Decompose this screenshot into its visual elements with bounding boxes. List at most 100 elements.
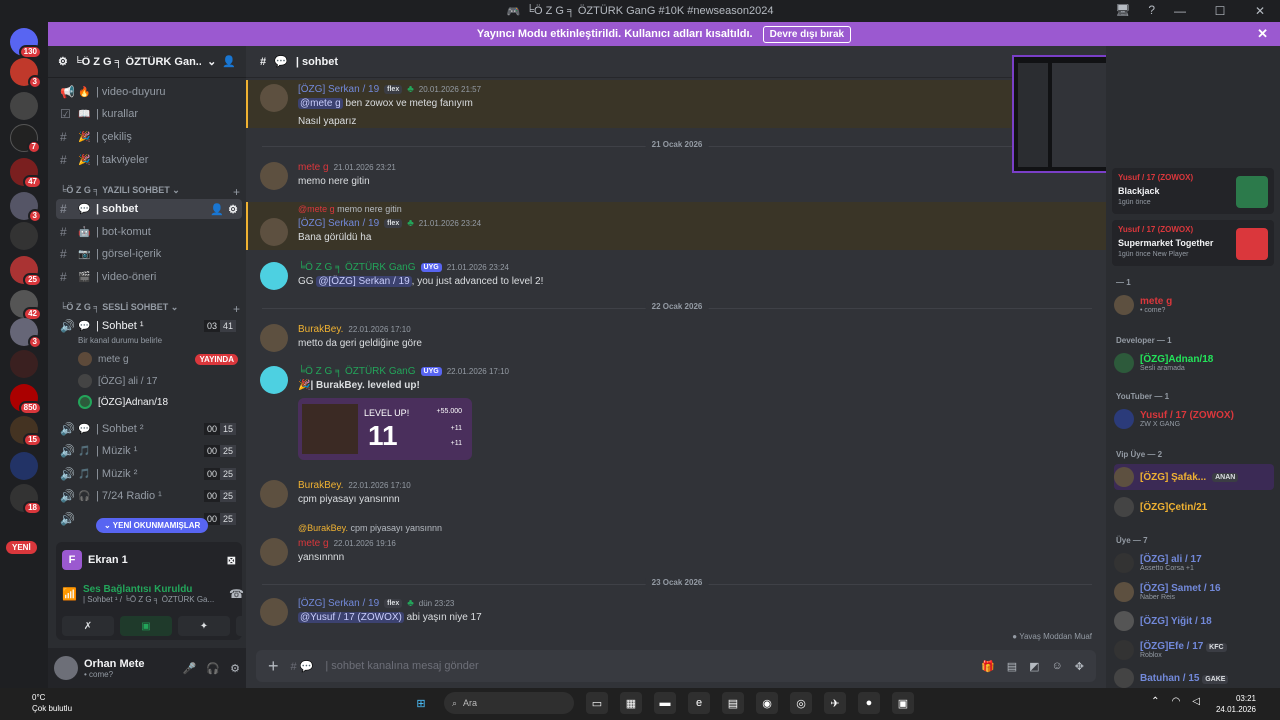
category-text[interactable]: ╘Ö Z G ╕ YAZILI SOHBET ⌄ + xyxy=(60,185,240,199)
bot-avatar[interactable] xyxy=(260,366,288,394)
close-banner-icon[interactable]: ✕ xyxy=(1257,26,1268,42)
clock[interactable]: 03:21 24.01.2026 xyxy=(1216,693,1256,715)
server-icon[interactable]: 850 xyxy=(10,384,42,415)
member-item[interactable]: [ÖZG] ali / 17 Assetto Corsa +1 xyxy=(1114,550,1274,576)
disconnect-icon[interactable]: ☎ xyxy=(229,587,244,601)
add-member-icon[interactable]: 👤 xyxy=(222,55,236,68)
message-composer[interactable]: + # 💬 | sohbet kanalına mesaj gönder 🎁 ▤… xyxy=(256,650,1096,682)
bot-avatar[interactable] xyxy=(260,262,288,290)
message-author[interactable]: ╘Ö Z G ╕ ÖZTÜRK GanG xyxy=(298,262,416,273)
avatar[interactable] xyxy=(260,162,288,190)
microphone-icon[interactable]: 🎤 xyxy=(183,662,197,675)
disable-streamer-mode-button[interactable]: Devre dışı bırak xyxy=(762,25,852,43)
weather-widget[interactable]: 0°C Çok bulutlu xyxy=(10,692,72,714)
volume-icon[interactable]: ◁ xyxy=(1192,696,1200,707)
avatar[interactable] xyxy=(260,598,288,626)
server-icon[interactable]: 3 xyxy=(10,318,42,349)
member-item[interactable]: mete g • come? xyxy=(1114,292,1274,318)
mention[interactable]: @mete g xyxy=(298,98,343,109)
steam-icon[interactable]: ◎ xyxy=(790,692,812,714)
emoji-icon[interactable]: ☺ xyxy=(1052,660,1063,673)
avatar[interactable] xyxy=(54,656,78,680)
apps-icon[interactable]: ✥ xyxy=(1075,660,1084,673)
chevron-up-icon[interactable]: ⌃ xyxy=(1151,696,1159,707)
level-up-card[interactable]: LEVEL UP! 11 +55.000 +11 +11 xyxy=(298,398,472,460)
close-window-button[interactable]: ✕ xyxy=(1240,0,1280,22)
reply-preview[interactable]: @BurakBey. cpm piyasayı yansınnn xyxy=(298,523,442,533)
server-header[interactable]: ⚙ ╘Ö Z G ╕ ÖZTÜRK Gan... ⌄ 👤 xyxy=(48,46,246,78)
message-author[interactable]: [ÖZG] Serkan / 19 xyxy=(298,84,379,95)
server-icon[interactable]: 15 xyxy=(10,416,42,447)
wifi-icon[interactable]: ◠ xyxy=(1172,696,1181,707)
voice-user[interactable]: [ÖZG]Adnan/18 xyxy=(78,395,238,409)
headphones-icon[interactable]: 🎧 xyxy=(206,662,220,675)
calendar-icon[interactable]: ▤ xyxy=(722,692,744,714)
sticker-icon[interactable]: ◩ xyxy=(1029,660,1039,673)
member-item[interactable]: [ÖZG]Çetin/21 xyxy=(1114,494,1274,520)
screen-share-button[interactable]: ▣ xyxy=(120,616,172,636)
server-icon[interactable]: 47 xyxy=(10,158,42,189)
member-item[interactable]: Yusuf / 17 (ZOWOX) ZW X GANG xyxy=(1114,406,1274,432)
message-author[interactable]: mete g xyxy=(298,162,329,173)
avatar[interactable] xyxy=(260,324,288,352)
message-author[interactable]: BurakBey. xyxy=(298,324,343,335)
invite-icon[interactable]: 👤 xyxy=(210,203,224,216)
new-unreads-pill[interactable]: ⌄ YENİ OKUNMAMIŞLAR xyxy=(96,518,209,533)
server-icon[interactable] xyxy=(10,452,38,480)
server-icon[interactable]: 3 xyxy=(10,58,42,89)
discord-icon[interactable]: ◉ xyxy=(756,692,778,714)
message-author[interactable]: [ÖZG] Serkan / 19 xyxy=(298,218,379,229)
message-input[interactable]: | sohbet kanalına mesaj gönder xyxy=(325,660,478,672)
voice-channel-muzik-1[interactable]: 🔊 🎵 | Müzik ¹ 00 25 xyxy=(56,441,242,461)
voice-channel-sohbet-1[interactable]: 🔊 💬 | Sohbet ¹ 03 41 xyxy=(56,316,242,336)
gift-icon[interactable]: 🎁 xyxy=(981,660,995,673)
channel-takviyeler[interactable]: # 🎉 | takviyeler xyxy=(56,150,242,170)
channel-sohbet[interactable]: # 💬 | sohbet 👤 ⚙ xyxy=(56,199,242,219)
system-tray[interactable]: ⌃ ◠ ◁ xyxy=(1151,696,1200,707)
store-icon[interactable]: ▦ xyxy=(620,692,642,714)
activities-button[interactable]: ✦ xyxy=(178,616,230,636)
new-unreads-badge[interactable]: YENİ xyxy=(6,541,37,554)
maximize-button[interactable]: ☐ xyxy=(1200,0,1240,22)
member-item[interactable]: [ÖZG]Efe / 17 KFC Roblox xyxy=(1114,637,1274,663)
server-icon[interactable] xyxy=(10,222,38,250)
server-icon[interactable]: 25 xyxy=(10,256,42,287)
category-voice[interactable]: ╘Ö Z G ╕ SESLİ SOHBET ⌄ + xyxy=(60,302,240,316)
gif-icon[interactable]: ▤ xyxy=(1007,660,1017,673)
member-item[interactable]: [ÖZG]Adnan/18 Sesli aramada xyxy=(1114,350,1274,376)
mention[interactable]: @Yusuf / 17 (ZOWOX) xyxy=(298,612,404,623)
search-box[interactable]: ⌕ Ara xyxy=(444,692,574,714)
member-item[interactable]: [ÖZG] Yiğit / 18 xyxy=(1114,608,1274,634)
channel-kurallar[interactable]: ☑ 📖 | kurallar xyxy=(56,104,242,124)
channel-bot-komut[interactable]: # 🤖 | bot-komut xyxy=(56,222,242,242)
chrome-icon[interactable]: ● xyxy=(858,692,880,714)
camera-off-button[interactable]: ✗ xyxy=(62,616,114,636)
voice-user[interactable]: mete g YAYINDA xyxy=(78,352,238,366)
voice-connection[interactable]: 📶 Ses Bağlantısı Kuruldu | Sohbet ¹ / ╘Ö … xyxy=(62,584,244,604)
server-icon[interactable]: 7 xyxy=(10,124,41,154)
activity-card[interactable]: Yusuf / 17 (ZOWOX) Supermarket Together … xyxy=(1112,220,1274,266)
member-item[interactable]: [ÖZG] Samet / 16 Naber Reis xyxy=(1114,579,1274,605)
task-view-icon[interactable]: ▭ xyxy=(586,692,608,714)
message-author[interactable]: [ÖZG] Serkan / 19 xyxy=(298,598,379,609)
settings-gear-icon[interactable]: ⚙ xyxy=(230,662,240,675)
avatar[interactable] xyxy=(260,480,288,508)
voice-channel-muzik-2[interactable]: 🔊 🎵 | Müzik ² 00 25 xyxy=(56,464,242,484)
voice-user[interactable]: [ÖZG] ali / 17 xyxy=(78,374,238,388)
stop-stream-icon[interactable]: ⊠ xyxy=(227,554,236,567)
channel-video-oneri[interactable]: # 🎬 | video-öneri xyxy=(56,267,242,287)
message-author[interactable]: BurakBey. xyxy=(298,480,343,491)
settings-icon[interactable]: ⚙ xyxy=(228,203,238,216)
game-icon[interactable]: ▣ xyxy=(892,692,914,714)
help-icon[interactable]: ? xyxy=(1148,3,1155,17)
add-channel-icon[interactable]: + xyxy=(233,302,240,316)
activity-card[interactable]: Yusuf / 17 (ZOWOX) Blackjack 1gün önce xyxy=(1112,168,1274,214)
server-icon[interactable]: 18 xyxy=(10,484,42,515)
channel-cekilis[interactable]: # 🎉 | çekiliş xyxy=(56,127,242,147)
inbox-icon[interactable]: 🖥 xyxy=(1115,3,1130,17)
channel-gorsel-icerik[interactable]: # 📷 | görsel-içerik xyxy=(56,244,242,264)
add-attachment-icon[interactable]: + xyxy=(268,656,279,677)
start-icon[interactable]: ⊞ xyxy=(410,692,432,714)
screen-share-row[interactable]: F Ekran 1 ⊠ xyxy=(62,550,236,570)
server-icon[interactable] xyxy=(10,350,38,378)
